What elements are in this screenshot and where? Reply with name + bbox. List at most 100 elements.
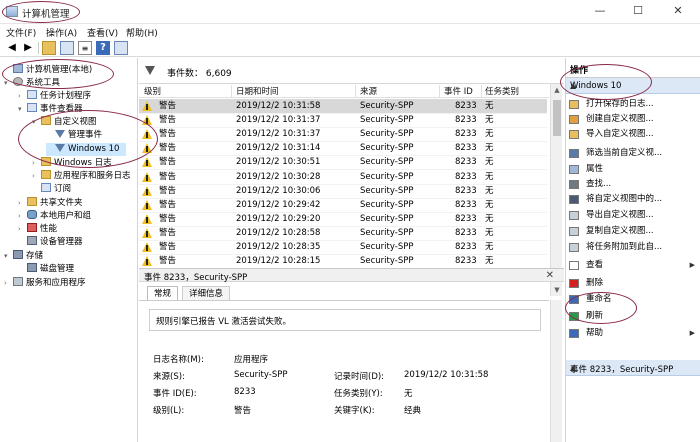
column-datetime[interactable]: 日期和时间: [236, 85, 279, 97]
tree-item-disk-management[interactable]: 磁盘管理: [18, 263, 74, 276]
event-datetime: 2019/12/2 10:29:20: [236, 213, 321, 224]
action-item-attach-task[interactable]: 将任务附加到此自...: [566, 240, 700, 255]
tree-item-event-viewer[interactable]: ▾ 事件查看器: [18, 103, 83, 116]
event-id: 8233: [455, 227, 477, 238]
event-row[interactable]: 警告 2019/12/2 10:31:14 Security-SPP 8233 无: [139, 141, 547, 157]
tree-item-storage[interactable]: ▾ 存储: [4, 250, 43, 263]
services-icon: [13, 277, 23, 286]
minimize-button[interactable]: —: [586, 0, 614, 22]
event-row[interactable]: 警告 2019/12/2 10:29:20 Security-SPP 8233 无: [139, 212, 547, 227]
action-item-save[interactable]: 将自定义视图中的...: [566, 192, 700, 207]
tree-item-task-scheduler[interactable]: › 任务计划程序: [18, 90, 91, 103]
up-folder-icon[interactable]: [42, 41, 56, 55]
event-source: Security-SPP: [360, 256, 414, 267]
window-title: 计算机管理: [22, 9, 70, 20]
filter-icon: [569, 149, 579, 158]
event-message-box[interactable]: 规则引擎已报告 VL 激活尝试失败。: [149, 309, 541, 331]
event-id: 8233: [455, 101, 477, 111]
events-scrollbar[interactable]: ▲ ▼: [550, 84, 562, 296]
action-pane-icon[interactable]: [114, 41, 128, 55]
event-row[interactable]: 警告 2019/12/2 10:31:58 Security-SPP 8233 无: [139, 99, 547, 114]
event-level: 警告: [159, 143, 177, 154]
view-icon: [569, 261, 579, 270]
tree-item-custom-views[interactable]: ▾ 自定义视图: [32, 116, 97, 129]
action-item-import-view[interactable]: 导入自定义视图...: [566, 127, 700, 142]
action-item-properties[interactable]: 属性: [566, 162, 700, 177]
action-item-copy[interactable]: 复制自定义视图...: [566, 224, 700, 239]
action-item-create-view[interactable]: 创建自定义视图...: [566, 112, 700, 127]
event-row[interactable]: 警告 2019/12/2 10:28:35 Security-SPP 8233 无: [139, 240, 547, 255]
action-item-export[interactable]: 导出自定义视图...: [566, 208, 700, 223]
help-icon[interactable]: ?: [96, 41, 110, 55]
tree-item-app-service-logs[interactable]: › 应用程序和服务日志: [32, 170, 131, 183]
tree-item-windows-logs[interactable]: › Windows 日志: [32, 157, 112, 170]
event-row[interactable]: 警告 2019/12/2 10:31:37 Security-SPP 8233 无: [139, 127, 547, 143]
users-icon: [27, 210, 37, 219]
event-row[interactable]: 警告 2019/12/2 10:29:42 Security-SPP 8233 无: [139, 198, 547, 213]
tree-item-shared-folders[interactable]: › 共享文件夹: [18, 197, 83, 210]
tab-details[interactable]: 详细信息: [182, 286, 231, 300]
event-row[interactable]: 警告 2019/12/2 10:28:58 Security-SPP 8233 无: [139, 226, 547, 241]
source-value: Security-SPP: [234, 370, 288, 380]
event-row[interactable]: 警告 2019/12/2 10:30:06 Security-SPP 8233 无: [139, 184, 547, 199]
event-category: 无: [485, 227, 494, 238]
folder-icon: [41, 170, 51, 179]
event-row[interactable]: 警告 2019/12/2 10:31:37 Security-SPP 8233 无: [139, 113, 547, 129]
tree-item-device-manager[interactable]: 设备管理器: [18, 236, 83, 249]
action-item-find[interactable]: 查找...: [566, 177, 700, 192]
event-source: Security-SPP: [360, 242, 414, 252]
action-item-help[interactable]: 帮助 ▶: [566, 326, 700, 341]
source-label: 来源(S):: [153, 372, 185, 382]
column-event-id[interactable]: 事件 ID: [444, 85, 473, 97]
log-name-label: 日志名称(M):: [153, 355, 204, 365]
folder-icon: [41, 157, 51, 166]
tree-item-performance[interactable]: › 性能: [18, 223, 57, 236]
actions-section-windows10[interactable]: Windows 10 ▲: [566, 78, 700, 94]
event-row[interactable]: 警告 2019/12/2 10:30:28 Security-SPP 8233 无: [139, 170, 547, 185]
scroll-thumb[interactable]: [553, 100, 561, 136]
close-button[interactable]: ✕: [664, 0, 692, 22]
tree-item-windows-10[interactable]: Windows 10: [46, 143, 126, 156]
scroll-up-icon[interactable]: ▲: [551, 84, 563, 96]
disk-icon: [27, 263, 37, 272]
column-source[interactable]: 来源: [360, 85, 377, 97]
action-item-delete[interactable]: 删除: [566, 276, 700, 291]
event-source: Security-SPP: [360, 157, 414, 168]
menu-action[interactable]: 操作(A): [46, 26, 77, 39]
event-row[interactable]: 警告 2019/12/2 10:30:51 Security-SPP 8233 无: [139, 155, 547, 171]
event-datetime: 2019/12/2 10:31:37: [236, 129, 321, 140]
menu-file[interactable]: 文件(F): [6, 26, 36, 39]
action-item-rename[interactable]: 重命名: [566, 292, 700, 307]
filter-icon: [55, 130, 65, 138]
action-item-refresh[interactable]: 刷新: [566, 309, 700, 324]
menu-view[interactable]: 查看(V): [87, 26, 118, 39]
event-id: 8233: [455, 115, 477, 126]
menu-help[interactable]: 帮助(H): [126, 26, 158, 39]
menu-bar: 文件(F) 操作(A) 查看(V) 帮助(H): [0, 24, 700, 39]
column-task-category[interactable]: 任务类别: [485, 85, 519, 97]
detail-close-icon[interactable]: ✕: [546, 270, 554, 281]
maximize-button[interactable]: ☐: [624, 0, 652, 22]
tree-item-subscriptions[interactable]: 订阅: [32, 183, 71, 196]
actions-section-event[interactable]: 事件 8233，Security-SPP ▲: [566, 360, 700, 376]
collapse-icon[interactable]: ▲: [570, 81, 695, 90]
tree-item-services-apps[interactable]: › 服务和应用程序: [4, 277, 86, 290]
properties-icon[interactable]: ≡: [78, 41, 92, 55]
back-icon[interactable]: ◀: [5, 41, 19, 55]
tree-item-local-users[interactable]: › 本地用户和组: [18, 210, 91, 223]
event-level: 警告: [159, 171, 177, 182]
show-hide-tree-icon[interactable]: [60, 41, 74, 55]
column-level[interactable]: 级别: [144, 85, 161, 97]
action-item-open-log[interactable]: 打开保存的日志...: [566, 97, 700, 112]
action-item-view[interactable]: 查看 ▶: [566, 258, 700, 273]
tab-general[interactable]: 常规: [147, 286, 179, 300]
detail-scrollbar[interactable]: [550, 300, 562, 442]
detail-header: 事件 8233，Security-SPP ✕: [139, 268, 564, 283]
tree-item-system-tools[interactable]: ▾ 系统工具: [4, 77, 60, 90]
collapse-icon[interactable]: ▲: [570, 363, 695, 372]
tree-item-admin-events[interactable]: 管理事件: [46, 129, 102, 142]
tree-item-computer-management[interactable]: 计算机管理(本地): [4, 64, 92, 77]
event-row[interactable]: 警告 2019/12/2 10:28:15 Security-SPP 8233 无: [139, 254, 547, 270]
forward-icon[interactable]: ▶: [21, 41, 35, 55]
action-item-filter[interactable]: 筛选当前自定义视...: [566, 146, 700, 161]
